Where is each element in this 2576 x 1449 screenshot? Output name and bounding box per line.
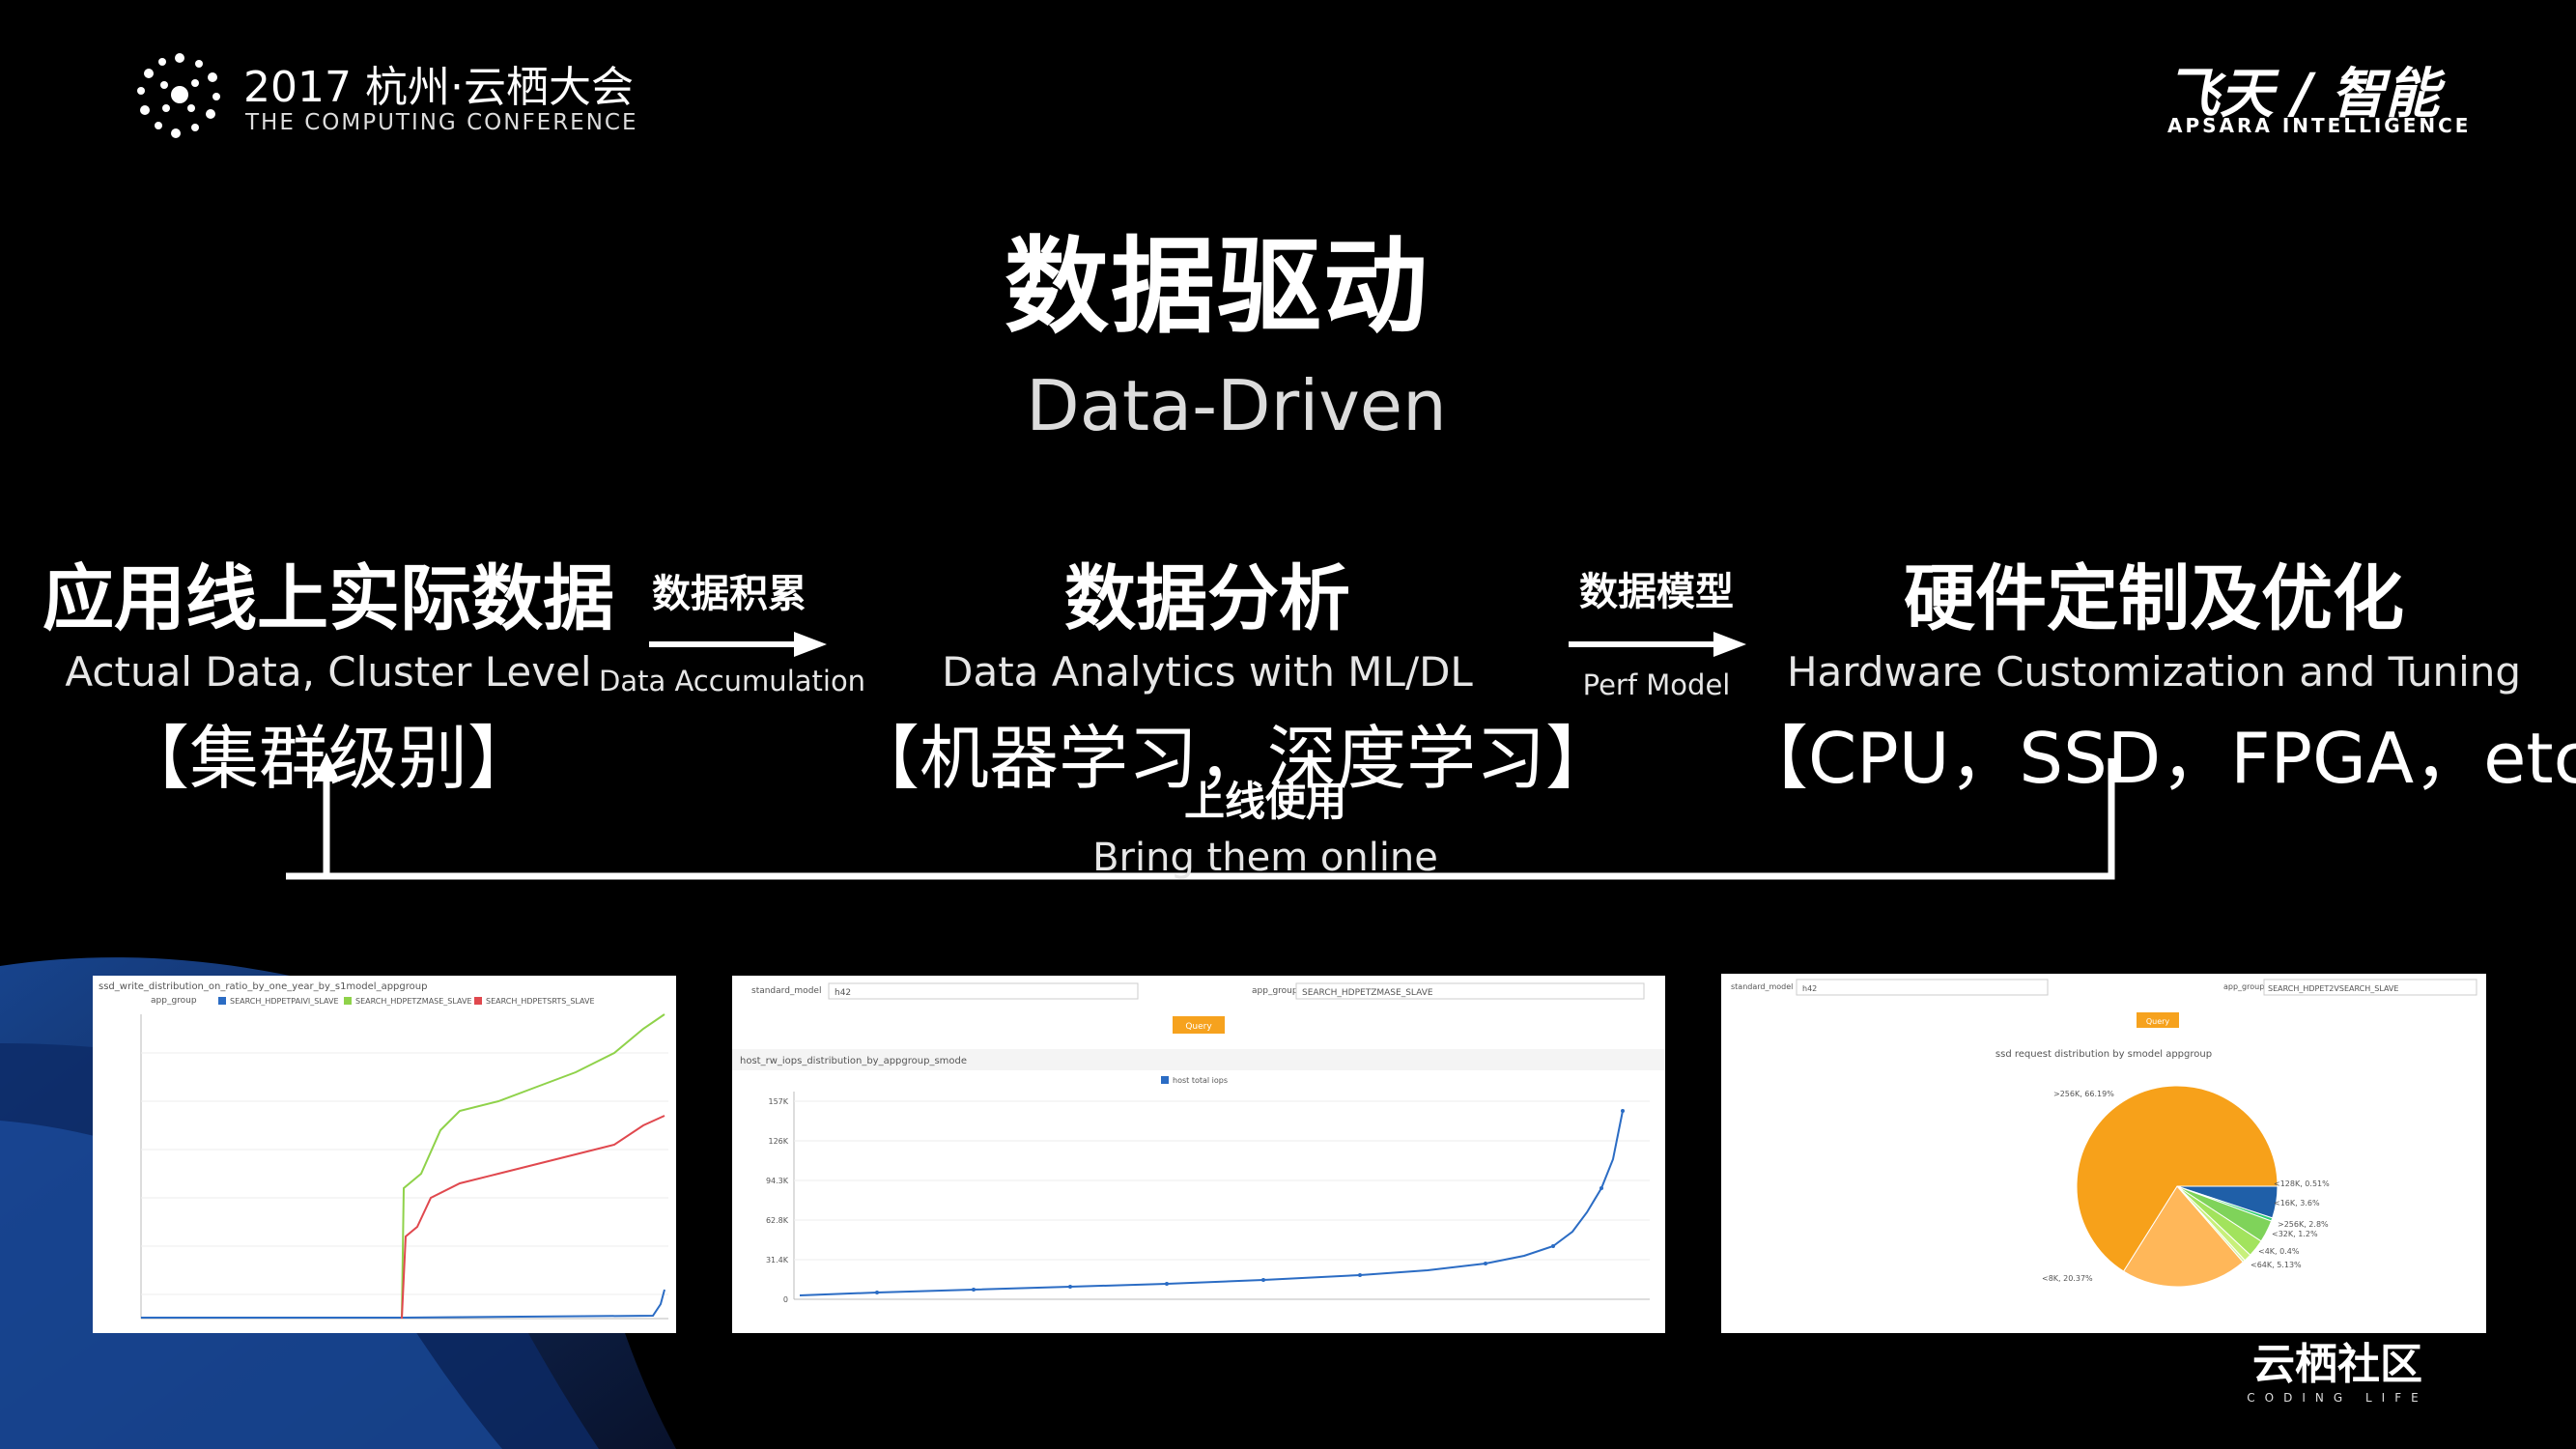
chart2-field2-label: app_group (1252, 986, 1298, 996)
feedback-cn: 上线使用 (1183, 778, 1346, 825)
screenshot-pie-chart: standard_model h42 app_group SEARCH_HDPE… (1721, 974, 2486, 1333)
pie-label: <64K, 5.13% (2250, 1261, 2302, 1269)
query-button-label: Query (1185, 1022, 1212, 1032)
page-title-en: Data-Driven (1026, 365, 1447, 446)
screenshot-line-chart: ssd_write_distribution_on_ratio_by_one_y… (93, 976, 676, 1333)
pie-label: >256K, 2.8% (2278, 1220, 2329, 1229)
pie-chart (2076, 1085, 2279, 1288)
flow-right-en: Hardware Customization and Tuning (1786, 648, 2522, 696)
chart2-legend: host total iops (1173, 1076, 1228, 1085)
chart3-field2-value[interactable]: SEARCH_HDPET2VSEARCH_SLAVE (2268, 984, 2398, 993)
y-tick: 126K (768, 1137, 788, 1146)
chart2-field1-label: standard_model (751, 986, 821, 996)
chart1-legend-2: SEARCH_HDPETZMASE_SLAVE (355, 997, 472, 1006)
chart1-title: ssd_write_distribution_on_ratio_by_one_y… (99, 981, 427, 992)
chart2-field2-value[interactable]: SEARCH_HDPETZMASE_SLAVE (1302, 988, 1433, 998)
page-title-cn: 数据驱动 (1004, 227, 1430, 348)
flow-arrow1-en: Data Accumulation (599, 665, 866, 697)
flow-arrow1-cn: 数据积累 (652, 572, 807, 616)
cloud-dots-icon (137, 53, 220, 138)
chart3-field1-value[interactable]: h42 (1802, 984, 1817, 993)
flow-left-cn: 应用线上实际数据 (42, 557, 614, 640)
conference-subtitle: THE COMPUTING CONFERENCE (245, 110, 638, 135)
y-tick: 31.4K (766, 1256, 789, 1264)
feedback-en: Bring them online (1092, 836, 1438, 880)
pie-label: <16K, 3.6% (2274, 1199, 2320, 1208)
query-button-label: Query (2146, 1017, 2170, 1026)
chart1-legend-3: SEARCH_HDPETSRTS_SLAVE (486, 997, 595, 1006)
y-tick: 94.3K (766, 1177, 789, 1185)
footer-brand-cn: 云栖社区 (2252, 1340, 2422, 1389)
pie-label: <4K, 0.4% (2258, 1247, 2300, 1256)
pie-label: >256K, 66.19% (2053, 1090, 2114, 1098)
y-tick: 0 (783, 1295, 788, 1304)
flow-middle-cn: 数据分析 (1064, 557, 1350, 640)
chart1-legend-1: SEARCH_HDPETPAIVI_SLAVE (230, 997, 339, 1006)
chart3-field1-label: standard_model (1731, 982, 1793, 991)
chart3-title: ssd request distribution by smodel appgr… (1996, 1049, 2212, 1060)
pie-label: <32K, 1.2% (2272, 1230, 2318, 1238)
pie-label: <8K, 20.37% (2042, 1274, 2093, 1283)
feedback-label: 上线使用 Bring them online (966, 769, 1565, 880)
flow-right-cn: 硬件定制及优化 (1904, 557, 2404, 640)
apsara-logo: 飞天 / 智能 APSARA INTELLIGENCE (2154, 50, 2468, 143)
y-tick: 157K (768, 1097, 788, 1106)
flow-arrow1-label: 数据积累 (599, 562, 860, 618)
flow-left-en: Actual Data, Cluster Level (65, 648, 592, 696)
right-arrow-icon (1569, 632, 1746, 657)
chart1-legend-label: app_group (151, 996, 197, 1006)
right-arrow-icon (649, 632, 827, 657)
yunqi-community-logo: 云栖社区 CODING LIFE (2241, 1329, 2434, 1405)
chart3-field2-label: app_group (2223, 982, 2264, 991)
y-tick: 62.8K (766, 1216, 789, 1225)
screenshot-iops-chart: standard_model h42 app_group SEARCH_HDPE… (732, 976, 1665, 1333)
pie-label: <128K, 0.51% (2274, 1179, 2330, 1188)
flow-middle-en: Data Analytics with ML/DL (942, 648, 1473, 696)
footer-brand-en: CODING LIFE (2247, 1391, 2428, 1405)
chart2-title: host_rw_iops_distribution_by_appgroup_sm… (740, 1056, 967, 1066)
chart2-field1-value[interactable]: h42 (835, 988, 851, 998)
conference-title: 2017 杭州·云栖大会 (243, 63, 634, 112)
conference-logo: 2017 杭州·云栖大会 THE COMPUTING CONFERENCE (135, 50, 637, 143)
apsara-brand-en: APSARA INTELLIGENCE (2167, 114, 2472, 137)
